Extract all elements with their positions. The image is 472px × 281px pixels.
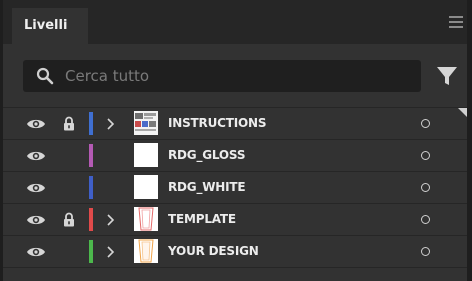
target-circle-icon[interactable]	[421, 183, 430, 192]
layer-color-indicator	[89, 208, 93, 231]
selection-indicator	[458, 108, 467, 117]
layer-row[interactable]: RDG_WHITE	[3, 172, 467, 204]
layer-color-indicator	[89, 112, 93, 135]
layers-panel: Livelli INSTRUCTIONSRDG_GLOSSRDG_WHITETE…	[0, 0, 472, 281]
panel-tab-bar: Livelli	[3, 0, 467, 44]
chevron-right-icon[interactable]	[105, 212, 115, 226]
tab-livelli[interactable]: Livelli	[12, 8, 88, 44]
layer-row[interactable]: INSTRUCTIONS	[3, 108, 467, 140]
filter-icon[interactable]	[435, 64, 459, 88]
search-box	[23, 60, 421, 92]
eye-icon[interactable]	[26, 244, 46, 258]
eye-icon[interactable]	[26, 148, 46, 162]
layer-name[interactable]: TEMPLATE	[168, 204, 236, 235]
target-circle-icon[interactable]	[421, 119, 430, 128]
layer-thumbnail	[134, 143, 158, 167]
lock-icon[interactable]	[63, 116, 75, 131]
layer-row[interactable]: RDG_GLOSS	[3, 140, 467, 172]
layer-name[interactable]: INSTRUCTIONS	[168, 108, 266, 139]
search-input[interactable]	[65, 60, 405, 92]
chevron-right-icon[interactable]	[105, 116, 115, 130]
eye-icon[interactable]	[26, 116, 46, 130]
layer-thumbnail	[134, 239, 158, 263]
layer-color-indicator	[89, 144, 93, 167]
target-circle-icon[interactable]	[421, 247, 430, 256]
layer-color-indicator	[89, 240, 93, 263]
layer-thumbnail	[134, 207, 158, 231]
layer-name[interactable]: RDG_WHITE	[168, 172, 246, 203]
layer-name[interactable]: YOUR DESIGN	[168, 236, 259, 267]
layer-thumbnail	[134, 175, 158, 199]
chevron-right-icon[interactable]	[105, 244, 115, 258]
lock-icon[interactable]	[63, 212, 75, 227]
layers-list: INSTRUCTIONS RDG_GLOSS RDG_WHITE TEMPLATE YO…	[3, 107, 467, 268]
target-circle-icon[interactable]	[421, 151, 430, 160]
layer-row[interactable]: YOUR DESIGN	[3, 236, 467, 268]
hamburger-menu-icon[interactable]	[449, 16, 463, 28]
layer-name[interactable]: RDG_GLOSS	[168, 140, 245, 171]
search-icon	[36, 67, 54, 85]
target-circle-icon[interactable]	[421, 215, 430, 224]
eye-icon[interactable]	[26, 180, 46, 194]
eye-icon[interactable]	[26, 212, 46, 226]
layer-color-indicator	[89, 176, 93, 199]
layer-thumbnail	[134, 111, 158, 135]
layer-row[interactable]: TEMPLATE	[3, 204, 467, 236]
